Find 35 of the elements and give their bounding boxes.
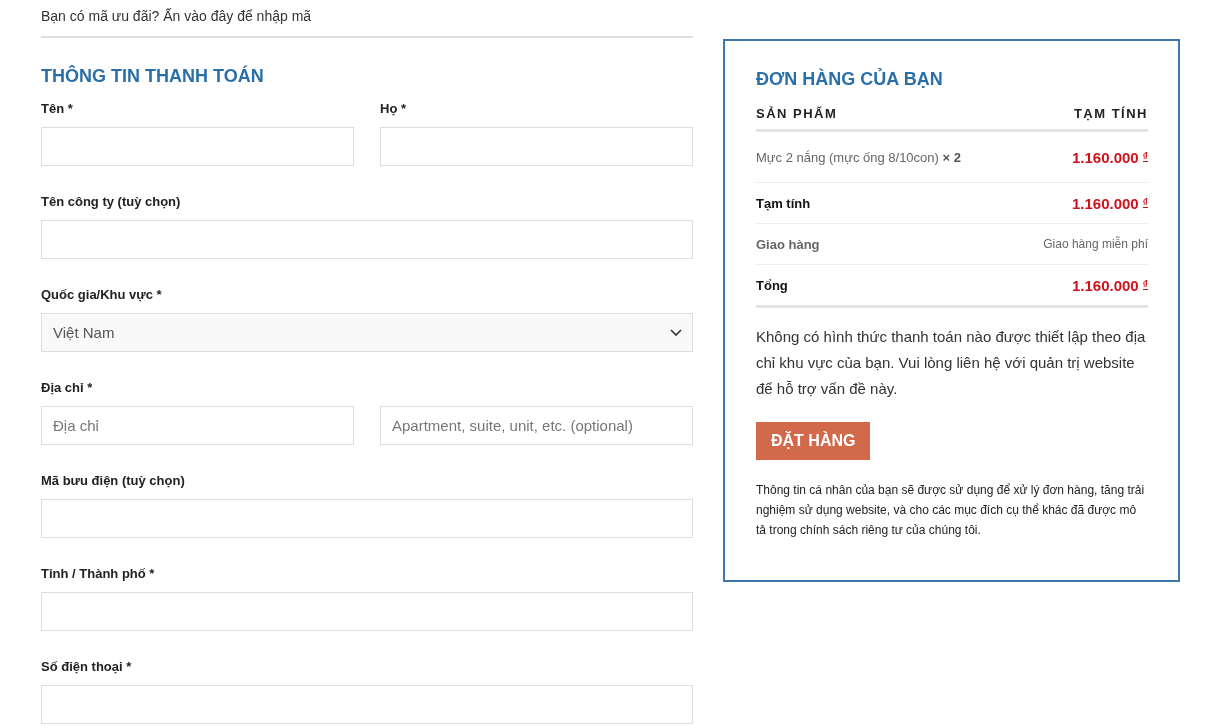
place-order-button[interactable]: ĐẶT HÀNG bbox=[756, 422, 871, 460]
total-label: Tạm tính bbox=[756, 195, 811, 211]
column-header: SẢN PHẨM bbox=[756, 106, 838, 121]
section-title: THÔNG TIN THANH TOÁN bbox=[41, 66, 265, 87]
input-field[interactable]: Apartment, suite, unit, etc. (optional) bbox=[380, 406, 693, 445]
price: 1.160.000 $^{₫}$ bbox=[1071, 148, 1148, 166]
country-select[interactable]: Việt Nam bbox=[41, 313, 693, 352]
field-label: Quốc gia/Khu vực * bbox=[41, 287, 162, 302]
section-title: ĐƠN HÀNG CỦA BẠN bbox=[756, 69, 944, 90]
privacy-notice: Thông tin cá nhân của bạn sẽ được sử dụng để xử lý đơn hàng, tăng trải nghiệm sử dụng website, và cho các mục đích cụ thể khác đã được mô tả trong chính sách riêng tư của chúng tôi. bbox=[756, 482, 1146, 539]
input-field[interactable] bbox=[380, 127, 693, 166]
coupon-notice[interactable]: Bạn có mã ưu đãi? Ấn vào đây để nhập mã bbox=[41, 0, 693, 38]
field-label: Mã bưu điện (tuỳ chọn) bbox=[41, 473, 185, 488]
field-label: Tên công ty (tuỳ chọn) bbox=[41, 194, 181, 209]
input-field[interactable] bbox=[41, 127, 354, 166]
field-label: Tên * bbox=[41, 101, 73, 116]
chevron-down-icon bbox=[670, 328, 682, 337]
input-field[interactable] bbox=[41, 499, 693, 538]
input-field[interactable]: Địa chỉ bbox=[41, 406, 354, 445]
payment-notice: Không có hình thức thanh toán nào được thiết lập theo địa chỉ khu vực của bạn. Vui lòng liên hệ với quản trị website để hỗ trợ vấn đề này. bbox=[756, 327, 1147, 399]
field-label: Địa chỉ * bbox=[41, 380, 93, 395]
price: 1.160.000 $^{₫}$ bbox=[1071, 194, 1148, 212]
quantity: × 2 bbox=[942, 149, 961, 165]
product-name: Mực 2 nắng (mực ống 8/10con) × 2 bbox=[756, 148, 961, 167]
total-label: Giao hàng bbox=[756, 236, 820, 252]
price: 1.160.000 $^{₫}$ bbox=[1071, 276, 1148, 294]
total-label: Tổng bbox=[756, 277, 788, 293]
field-label: Tỉnh / Thành phố * bbox=[41, 566, 155, 581]
column-header: TẠM TÍNH bbox=[1073, 106, 1148, 121]
input-field[interactable] bbox=[41, 592, 693, 631]
input-field[interactable] bbox=[41, 220, 693, 259]
field-label: Số điện thoại * bbox=[41, 659, 132, 674]
field-label: Họ * bbox=[380, 101, 406, 116]
input-field[interactable] bbox=[41, 685, 693, 724]
shipping-value: Giao hàng miễn phí bbox=[1043, 237, 1148, 251]
